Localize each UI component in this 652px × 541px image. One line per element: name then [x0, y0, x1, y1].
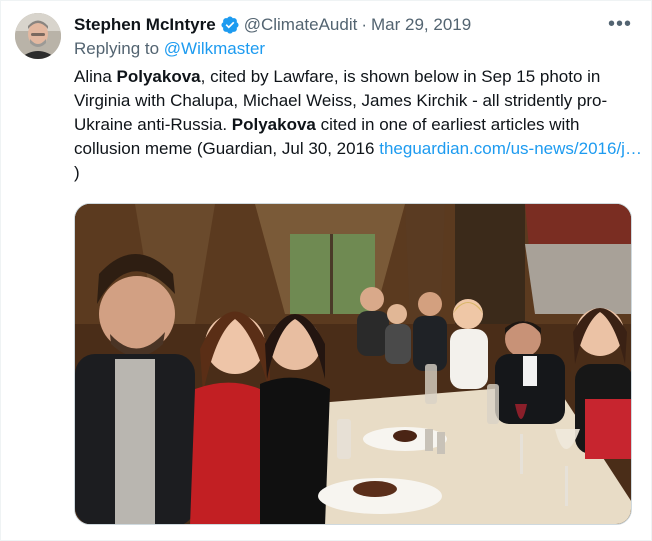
avatar-image	[15, 13, 61, 59]
tweet-text-part: Alina	[74, 67, 117, 86]
more-options-icon[interactable]: •••	[607, 13, 633, 35]
tweet-header: Stephen McIntyre @ClimateAudit · Mar 29,…	[74, 14, 631, 36]
replying-to: Replying to @Wilkmaster	[74, 39, 265, 59]
verified-badge-icon	[220, 15, 240, 35]
photo-image	[75, 204, 631, 524]
author-name[interactable]: Stephen McIntyre	[74, 15, 216, 35]
attached-photo[interactable]	[74, 203, 632, 525]
tweet-text: Alina Polyakova, cited by Lawfare, is sh…	[74, 65, 642, 185]
replying-to-label: Replying to	[74, 39, 164, 58]
separator-dot: ·	[361, 15, 368, 34]
article-link[interactable]: theguardian.com/us-news/2016/j…	[379, 139, 642, 158]
author-handle[interactable]: @ClimateAudit	[244, 15, 358, 35]
reply-target-link[interactable]: @Wilkmaster	[164, 39, 265, 58]
tweet-text-part: )	[74, 163, 80, 182]
tweet-date[interactable]: Mar 29, 2019	[371, 15, 471, 35]
tweet-text-bold: Polyakova	[116, 67, 201, 86]
tweet-text-bold: Polyakova	[231, 115, 316, 134]
tweet-card[interactable]: Stephen McIntyre @ClimateAudit · Mar 29,…	[0, 0, 652, 541]
avatar[interactable]	[15, 13, 61, 59]
